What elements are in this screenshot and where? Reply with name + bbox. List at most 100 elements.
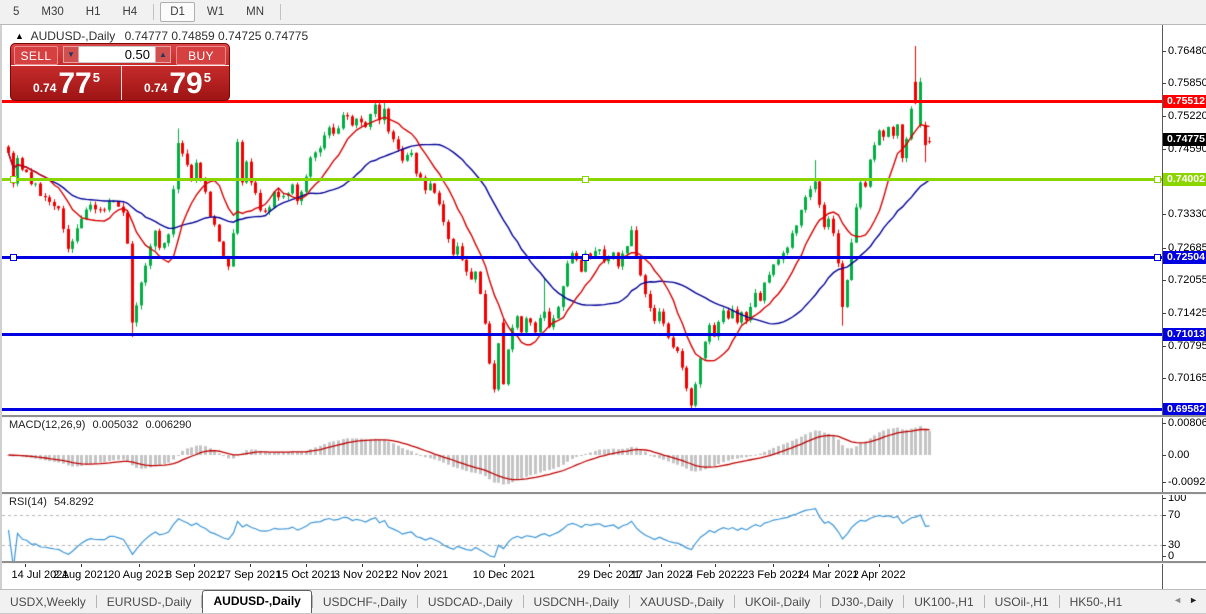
chart-tab-xauusd-daily[interactable]: XAUUSD-,Daily xyxy=(630,592,734,613)
line-handle[interactable] xyxy=(582,176,589,183)
macd-axis-label: 0.00 xyxy=(1168,449,1190,461)
chart-tab-dj30-daily[interactable]: DJ30-,Daily xyxy=(821,592,903,613)
buy-price-panel[interactable]: 0.74 79 5 xyxy=(123,66,229,100)
date-axis-label: 1 Apr 2022 xyxy=(852,569,906,581)
tab-scroll-right-icon[interactable]: ► xyxy=(1189,595,1198,605)
macd-axis-tick xyxy=(1162,423,1166,424)
chart-tab-usoil-h1[interactable]: USOil-,H1 xyxy=(985,592,1059,613)
macd-axis-label: 0.00806 xyxy=(1168,417,1206,429)
sell-price-sup: 5 xyxy=(92,70,100,85)
macd-axis-tick xyxy=(1162,482,1166,483)
price-axis-label: 0.75220 xyxy=(1168,110,1206,122)
rsi-axis-tick xyxy=(1162,515,1166,516)
toolbar-separator xyxy=(280,4,282,20)
timeframe-button-mn[interactable]: MN xyxy=(236,2,274,22)
one-click-trading-panel: SELL ▼ ▲ BUY 0.74 77 5 0.74 79 5 xyxy=(10,43,230,101)
chart-window: ▲ AUDUSD-,Daily 0.74777 0.74859 0.74725 … xyxy=(0,25,1206,591)
timeframe-button-h4[interactable]: H4 xyxy=(112,2,147,22)
chart-title: ▲ AUDUSD-,Daily 0.74777 0.74859 0.74725 … xyxy=(15,29,308,43)
buy-price-main: 0.74 xyxy=(144,81,168,95)
rsi-axis-tick xyxy=(1162,556,1166,557)
line-handle[interactable] xyxy=(582,254,589,261)
chart-tab-bar: USDX,Weekly EURUSD-,Daily AUDUSD-,Daily USD… xyxy=(0,589,1206,613)
line-handle[interactable] xyxy=(1154,254,1161,261)
macd-value-signal: 0.006290 xyxy=(145,419,192,431)
tab-scroll-left-icon[interactable]: ◄ xyxy=(1173,595,1182,605)
macd-label: MACD(12,26,9) 0.005032 0.006290 xyxy=(9,419,191,431)
price-axis-label: 0.72055 xyxy=(1168,274,1206,286)
line-handle[interactable] xyxy=(10,254,17,261)
sell-price-big: 77 xyxy=(58,67,92,100)
horizontal-line-0.69582[interactable] xyxy=(2,408,1162,411)
price-axis-label: 0.71425 xyxy=(1168,307,1206,319)
chart-ohlc-values: 0.74777 0.74859 0.74725 0.74775 xyxy=(124,29,309,43)
macd-name: MACD(12,26,9) xyxy=(9,419,86,431)
volume-input[interactable] xyxy=(79,46,155,63)
price-axis-label: 0.70165 xyxy=(1168,372,1206,384)
macd-axis-tick xyxy=(1162,455,1166,456)
one-click-top-row: SELL ▼ ▲ BUY xyxy=(11,44,229,66)
line-handle[interactable] xyxy=(10,176,17,183)
timeframe-button-w1[interactable]: W1 xyxy=(197,2,234,22)
mt4-window: 5 M30 H1 H4 D1 W1 MN ▲ AUDUSD-,Daily 0.74777 0… xyxy=(0,0,1206,614)
buy-price-big: 79 xyxy=(169,67,203,100)
price-axis-label: 0.76480 xyxy=(1168,45,1206,57)
toolbar-separator xyxy=(153,4,155,20)
chart-tab-eurusd-daily[interactable]: EURUSD-,Daily xyxy=(97,592,202,613)
sell-button[interactable]: SELL xyxy=(14,46,58,65)
chart-tab-usdx-weekly[interactable]: USDX,Weekly xyxy=(0,592,96,613)
horizontal-line-0.71013[interactable] xyxy=(2,333,1162,336)
timeframe-button-h1[interactable]: H1 xyxy=(76,2,111,22)
chart-tab-usdcad-daily[interactable]: USDCAD-,Daily xyxy=(418,592,523,613)
buy-price-sup: 5 xyxy=(203,70,211,85)
rsi-label: RSI(14) 54.8292 xyxy=(9,496,94,508)
pane-separator-dates xyxy=(2,561,1206,564)
volume-stepper: ▼ ▲ xyxy=(63,46,171,63)
price-tag-0.74775: 0.74775 xyxy=(1163,133,1206,146)
price-tag-0.72504: 0.72504 xyxy=(1163,251,1206,264)
chart-tab-audusd-daily[interactable]: AUDUSD-,Daily xyxy=(202,590,312,613)
price-axis-tick xyxy=(1162,346,1166,347)
volume-increase-button[interactable]: ▲ xyxy=(155,46,171,63)
price-axis-label: 0.70795 xyxy=(1168,340,1206,352)
sell-price-main: 0.74 xyxy=(33,81,57,95)
price-axis-tick xyxy=(1162,214,1166,215)
price-axis-label: 0.73330 xyxy=(1168,208,1206,220)
price-tag-0.74002: 0.74002 xyxy=(1163,173,1206,186)
timeframe-toolbar: 5 M30 H1 H4 D1 W1 MN xyxy=(0,0,1206,25)
chart-tab-hk50-h1[interactable]: HK50-,H1 xyxy=(1060,592,1133,613)
pane-separator-rsi[interactable] xyxy=(2,492,1206,495)
price-axis-tick xyxy=(1162,51,1166,52)
chart-tab-usdcnh-daily[interactable]: USDCNH-,Daily xyxy=(524,592,629,613)
price-axis-border xyxy=(1162,25,1163,589)
rsi-indicator-canvas[interactable] xyxy=(2,494,1162,563)
chart-tab-uk100-h1[interactable]: UK100-,H1 xyxy=(904,592,983,613)
price-axis-tick xyxy=(1162,313,1166,314)
timeframe-button-5[interactable]: 5 xyxy=(3,2,29,22)
timeframe-button-m30[interactable]: M30 xyxy=(31,2,73,22)
sell-price-panel[interactable]: 0.74 77 5 xyxy=(11,66,122,100)
price-axis-label: 0.75850 xyxy=(1168,77,1206,89)
price-axis-tick xyxy=(1162,83,1166,84)
one-click-toggle-icon[interactable]: ▲ xyxy=(15,31,24,41)
price-axis-tick xyxy=(1162,378,1166,379)
rsi-value: 54.8292 xyxy=(53,496,94,508)
chart-tab-usdchf-daily[interactable]: USDCHF-,Daily xyxy=(313,592,417,613)
rsi-axis-label: 70 xyxy=(1168,509,1181,521)
macd-value-main: 0.005032 xyxy=(92,419,139,431)
price-tag-0.75512: 0.75512 xyxy=(1163,95,1206,108)
price-axis-tick xyxy=(1162,248,1166,249)
volume-decrease-button[interactable]: ▼ xyxy=(63,46,79,63)
chart-tab-ukoil-daily[interactable]: UKOil-,Daily xyxy=(735,592,820,613)
rsi-axis-tick xyxy=(1162,498,1166,499)
chart-symbol-period: AUDUSD-,Daily xyxy=(30,29,116,43)
date-axis: 14 Jul 2021 2 Aug 2021 20 Aug 2021 8 Sep 20… xyxy=(2,563,1206,589)
pane-separator-macd[interactable] xyxy=(2,415,1206,418)
price-tag-0.71013: 0.71013 xyxy=(1163,328,1206,341)
line-handle[interactable] xyxy=(1154,176,1161,183)
buy-button[interactable]: BUY xyxy=(176,46,226,65)
date-axis-label: 10 Dec 2021 xyxy=(472,569,536,581)
price-axis-tick xyxy=(1162,149,1166,150)
rsi-axis-tick xyxy=(1162,545,1166,546)
timeframe-button-d1[interactable]: D1 xyxy=(160,2,195,22)
